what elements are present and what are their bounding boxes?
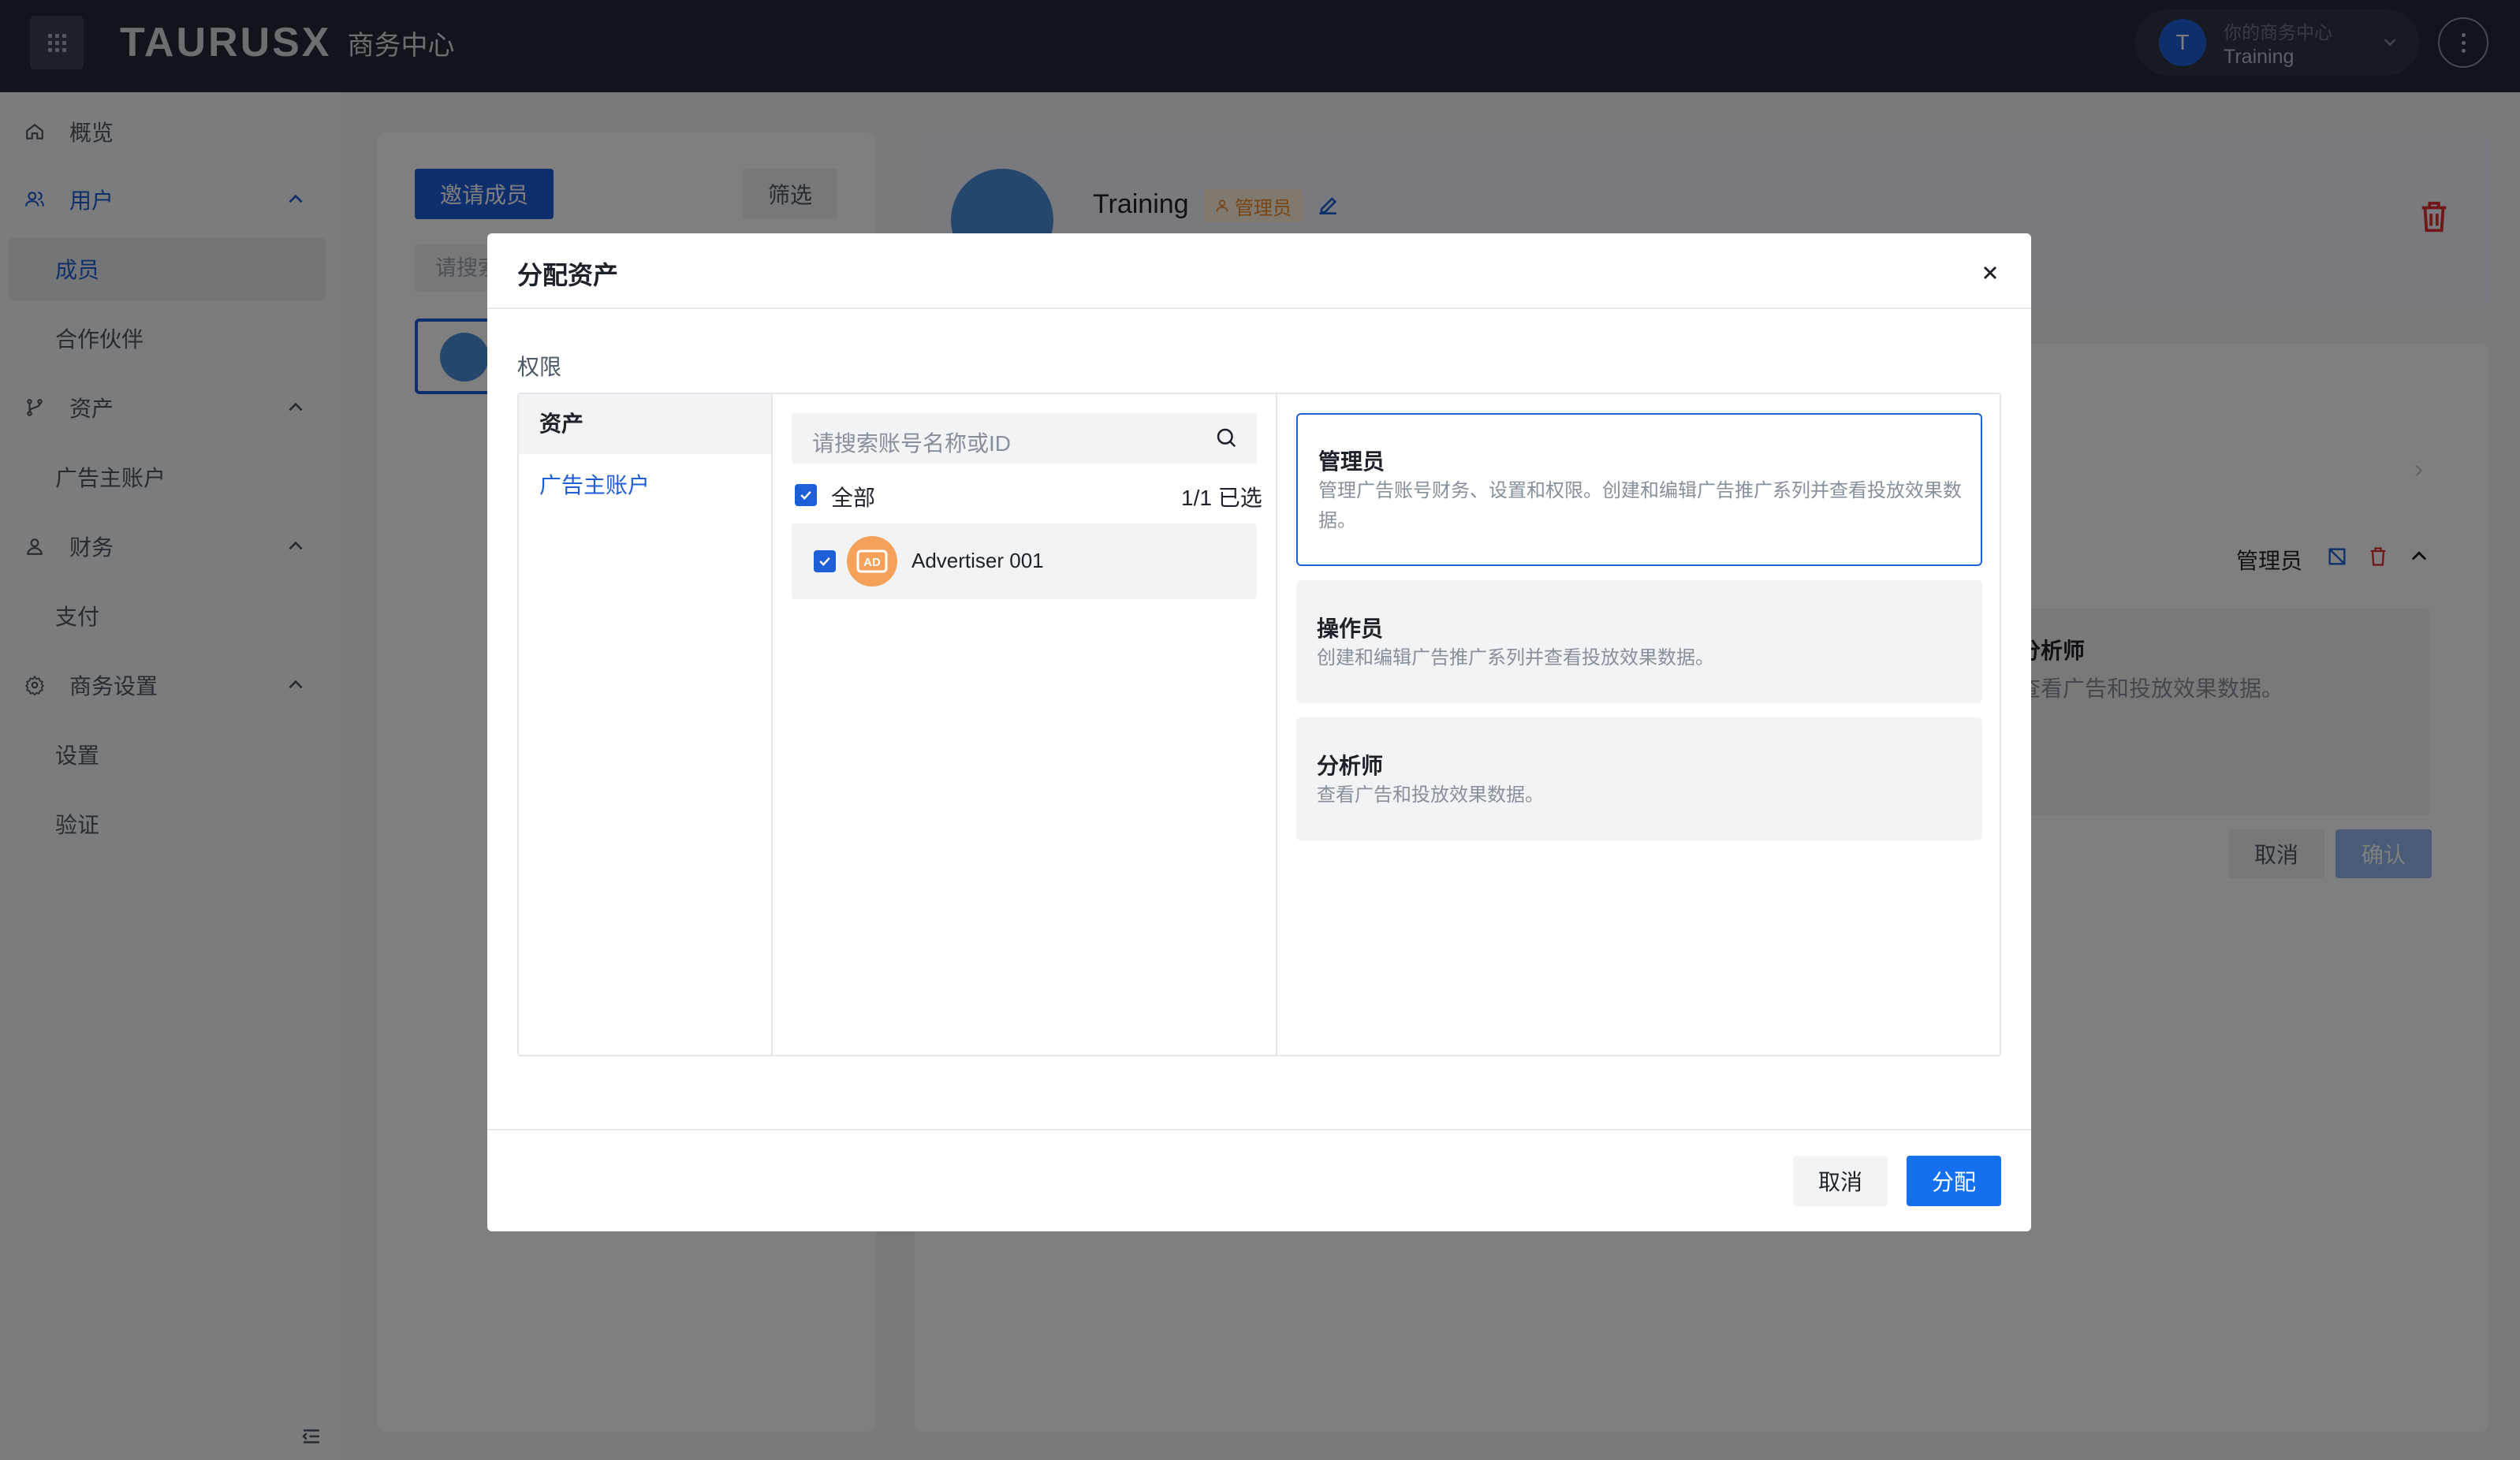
role-title: 操作员 bbox=[1317, 616, 1384, 641]
asset-assignment-panel: 资产 广告主账户 请搜索账号名称或ID 全部 1/1 已选 AD Adverti… bbox=[517, 393, 2001, 1056]
selected-count: 1/1 已选 bbox=[1181, 486, 1262, 510]
role-option-admin[interactable]: 管理员 管理广告账号财务、设置和权限。创建和编辑广告推广系列并查看投放效果数据。 bbox=[1296, 413, 1982, 566]
select-all-checkbox[interactable] bbox=[795, 484, 817, 506]
permissions-label: 权限 bbox=[517, 355, 562, 379]
svg-text:AD: AD bbox=[863, 556, 881, 569]
role-description: 创建和编辑广告推广系列并查看投放效果数据。 bbox=[1317, 647, 1714, 669]
role-description: 查看广告和投放效果数据。 bbox=[1317, 784, 1544, 806]
role-description: 管理广告账号财务、设置和权限。创建和编辑广告推广系列并查看投放效果数据。 bbox=[1318, 480, 1962, 531]
category-header: 资产 bbox=[519, 394, 771, 454]
divider bbox=[487, 1129, 2031, 1130]
assign-button[interactable]: 分配 bbox=[1907, 1156, 2001, 1206]
advertiser-name: Advertiser 001 bbox=[911, 549, 1044, 572]
asset-category-column: 资产 广告主账户 bbox=[519, 394, 773, 1055]
role-option-analyst[interactable]: 分析师 查看广告和投放效果数据。 bbox=[1296, 717, 1982, 840]
list-item[interactable]: AD Advertiser 001 bbox=[792, 523, 1257, 599]
close-icon[interactable] bbox=[1979, 262, 2001, 284]
role-title: 分析师 bbox=[1317, 754, 1384, 778]
search-placeholder: 请搜索账号名称或ID bbox=[812, 431, 1012, 456]
ad-account-icon: AD bbox=[847, 536, 897, 587]
role-selection-column: 管理员 管理广告账号财务、设置和权限。创建和编辑广告推广系列并查看投放效果数据。… bbox=[1277, 394, 2001, 1055]
check-icon bbox=[819, 557, 830, 566]
dialog-title: 分配资产 bbox=[517, 261, 619, 289]
category-item-advertiser-accounts[interactable]: 广告主账户 bbox=[539, 468, 650, 500]
role-option-operator[interactable]: 操作员 创建和编辑广告推广系列并查看投放效果数据。 bbox=[1296, 580, 1982, 703]
role-title: 管理员 bbox=[1318, 449, 1385, 474]
account-search-input[interactable]: 请搜索账号名称或ID bbox=[792, 413, 1257, 464]
divider bbox=[487, 307, 2031, 309]
assign-assets-dialog: 分配资产 权限 资产 广告主账户 请搜索账号名称或ID 全部 1/1 已选 AD… bbox=[487, 233, 2031, 1231]
asset-list-column: 请搜索账号名称或ID 全部 1/1 已选 AD Advertiser 001 bbox=[773, 394, 1277, 1055]
select-all-label: 全部 bbox=[831, 486, 876, 510]
search-icon[interactable] bbox=[1214, 426, 1238, 449]
check-icon bbox=[800, 490, 811, 500]
cancel-button[interactable]: 取消 bbox=[1793, 1156, 1888, 1206]
advertiser-checkbox[interactable] bbox=[814, 550, 836, 572]
